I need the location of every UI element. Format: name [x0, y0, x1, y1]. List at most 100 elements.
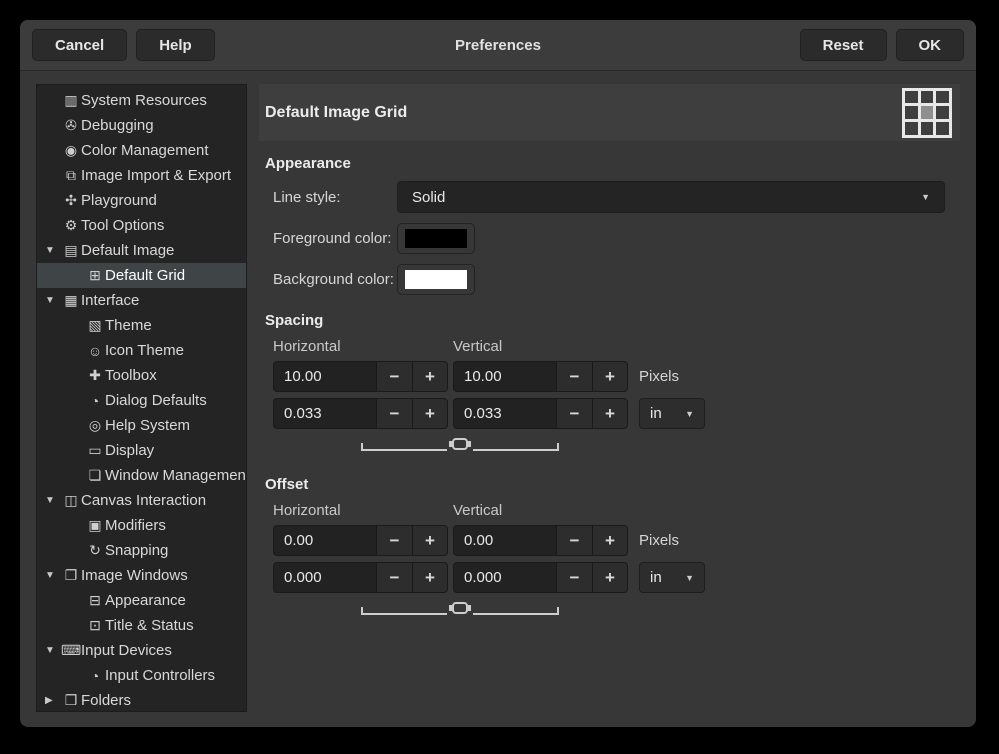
sidebar-item-playground[interactable]: ✣Playground	[37, 188, 246, 213]
sidebar-item-display[interactable]: ▭Display	[37, 438, 246, 463]
sidebar-item-title-status[interactable]: ⊡Title & Status	[37, 613, 246, 638]
sidebar-item-debugging[interactable]: ✇Debugging	[37, 113, 246, 138]
theme-icon: ▧	[85, 317, 105, 334]
preferences-tree: ▥System Resources✇Debugging◉Color Manage…	[36, 84, 247, 712]
offset-vertical-unit-input[interactable]	[453, 562, 556, 593]
plus-button[interactable]: +	[592, 562, 628, 593]
offset-pixels-unit-label: Pixels	[639, 532, 679, 549]
plus-button[interactable]: +	[592, 398, 628, 429]
sidebar-item-folders[interactable]: ▶❒Folders	[37, 688, 246, 712]
expander-down-icon[interactable]: ▼	[43, 570, 61, 581]
grid-icon	[902, 88, 952, 138]
foreground-color-button[interactable]	[397, 223, 475, 254]
offset-horizontal-unit-input[interactable]	[273, 562, 376, 593]
canvas-interaction-icon: ◫	[61, 492, 81, 509]
sidebar-item-label: Color Management	[81, 142, 209, 159]
minus-button[interactable]: −	[376, 525, 412, 556]
spacing-unit-dropdown[interactable]: in ▼	[639, 398, 705, 429]
background-color-button[interactable]	[397, 264, 475, 295]
spacing-vertical-pixels-input[interactable]	[453, 361, 556, 392]
spacing-horizontal-pixels-input[interactable]	[273, 361, 376, 392]
folders-icon: ❒	[61, 692, 81, 709]
offset-vertical-pixels-input[interactable]	[453, 525, 556, 556]
spacing-vertical-unit-spinner: − +	[453, 398, 628, 429]
sidebar-item-modifiers[interactable]: ▣Modifiers	[37, 513, 246, 538]
help-system-icon: ◎	[85, 417, 105, 434]
sidebar-item-tool-options[interactable]: ⚙Tool Options	[37, 213, 246, 238]
sidebar-item-canvas-interaction[interactable]: ▼◫Canvas Interaction	[37, 488, 246, 513]
plus-button[interactable]: +	[412, 525, 448, 556]
sidebar-item-label: Help System	[105, 417, 190, 434]
reset-button[interactable]: Reset	[800, 29, 887, 61]
default-grid-icon: ⊞	[85, 267, 105, 284]
sidebar-item-input-devices[interactable]: ▼⌨Input Devices	[37, 638, 246, 663]
minus-button[interactable]: −	[556, 398, 592, 429]
sidebar-item-toolbox[interactable]: ✚Toolbox	[37, 363, 246, 388]
sidebar-item-image-windows[interactable]: ▼❐Image Windows	[37, 563, 246, 588]
sidebar-item-input-controllers[interactable]: ◔Input Controllers	[37, 663, 246, 688]
line-style-dropdown[interactable]: Solid ▼	[397, 181, 945, 213]
sidebar-item-label: Interface	[81, 292, 139, 309]
sidebar-item-label: Default Grid	[105, 267, 185, 284]
minus-button[interactable]: −	[556, 361, 592, 392]
expander-down-icon[interactable]: ▼	[43, 495, 61, 506]
expander-down-icon[interactable]: ▼	[43, 295, 61, 306]
help-button[interactable]: Help	[136, 29, 215, 61]
spacing-horizontal-pixels-spinner: − +	[273, 361, 448, 392]
line-style-value: Solid	[412, 189, 445, 206]
plus-button[interactable]: +	[412, 398, 448, 429]
sidebar-item-color-management[interactable]: ◉Color Management	[37, 138, 246, 163]
plus-button[interactable]: +	[412, 361, 448, 392]
sidebar-item-help-system[interactable]: ◎Help System	[37, 413, 246, 438]
spacing-chain-toggle[interactable]	[361, 435, 960, 451]
sidebar-item-appearance[interactable]: ⊟Appearance	[37, 588, 246, 613]
sidebar-item-icon-theme[interactable]: ☺Icon Theme	[37, 338, 246, 363]
plus-button[interactable]: +	[592, 525, 628, 556]
minus-button[interactable]: −	[376, 562, 412, 593]
background-color-label: Background color:	[273, 271, 397, 288]
expander-down-icon[interactable]: ▼	[43, 245, 61, 256]
background-color-swatch	[405, 270, 467, 289]
header-bar: Cancel Help Preferences Reset OK	[20, 20, 976, 71]
ok-button[interactable]: OK	[896, 29, 965, 61]
offset-vertical-unit-spinner: − +	[453, 562, 628, 593]
minus-button[interactable]: −	[556, 525, 592, 556]
sidebar-item-default-grid[interactable]: ⊞Default Grid	[37, 263, 246, 288]
plus-button[interactable]: +	[592, 361, 628, 392]
expander-right-icon[interactable]: ▶	[43, 695, 61, 706]
offset-chain-toggle[interactable]	[361, 599, 960, 615]
spacing-vertical-unit-input[interactable]	[453, 398, 556, 429]
sidebar-item-window-management[interactable]: ❏Window Management	[37, 463, 246, 488]
spacing-units-row: − + − + in ▼	[273, 398, 960, 429]
offset-horizontal-pixels-input[interactable]	[273, 525, 376, 556]
content-panel: Default Image Grid Appearance Line style…	[259, 84, 960, 712]
toolbox-icon: ✚	[85, 367, 105, 384]
plus-button[interactable]: +	[412, 562, 448, 593]
debugging-icon: ✇	[61, 117, 81, 134]
offset-column-labels: Horizontal Vertical	[273, 502, 960, 519]
sidebar-item-theme[interactable]: ▧Theme	[37, 313, 246, 338]
sidebar-item-dialog-defaults[interactable]: ◔Dialog Defaults	[37, 388, 246, 413]
appearance-section: Appearance Line style: Solid ▼ Foregroun…	[259, 155, 960, 295]
sidebar-item-system-resources[interactable]: ▥System Resources	[37, 88, 246, 113]
sidebar-item-interface[interactable]: ▼▦Interface	[37, 288, 246, 313]
minus-button[interactable]: −	[376, 361, 412, 392]
spacing-horizontal-unit-input[interactable]	[273, 398, 376, 429]
playground-icon: ✣	[61, 192, 81, 209]
minus-button[interactable]: −	[376, 398, 412, 429]
image-windows-icon: ❐	[61, 567, 81, 584]
image-import-export-icon: ⧉	[61, 167, 81, 184]
appearance-heading: Appearance	[265, 155, 960, 172]
offset-unit-dropdown[interactable]: in ▼	[639, 562, 705, 593]
sidebar-item-snapping[interactable]: ↻Snapping	[37, 538, 246, 563]
minus-button[interactable]: −	[556, 562, 592, 593]
sidebar-item-label: Modifiers	[105, 517, 166, 534]
sidebar-item-label: Default Image	[81, 242, 174, 259]
offset-pixels-row: − + − + Pixels	[273, 525, 960, 556]
expander-down-icon[interactable]: ▼	[43, 645, 61, 656]
sidebar-item-default-image[interactable]: ▼▤Default Image	[37, 238, 246, 263]
icon-theme-icon: ☺	[85, 343, 105, 359]
sidebar-item-image-import-export[interactable]: ⧉Image Import & Export	[37, 163, 246, 188]
sidebar-item-label: Snapping	[105, 542, 168, 559]
cancel-button[interactable]: Cancel	[32, 29, 127, 61]
